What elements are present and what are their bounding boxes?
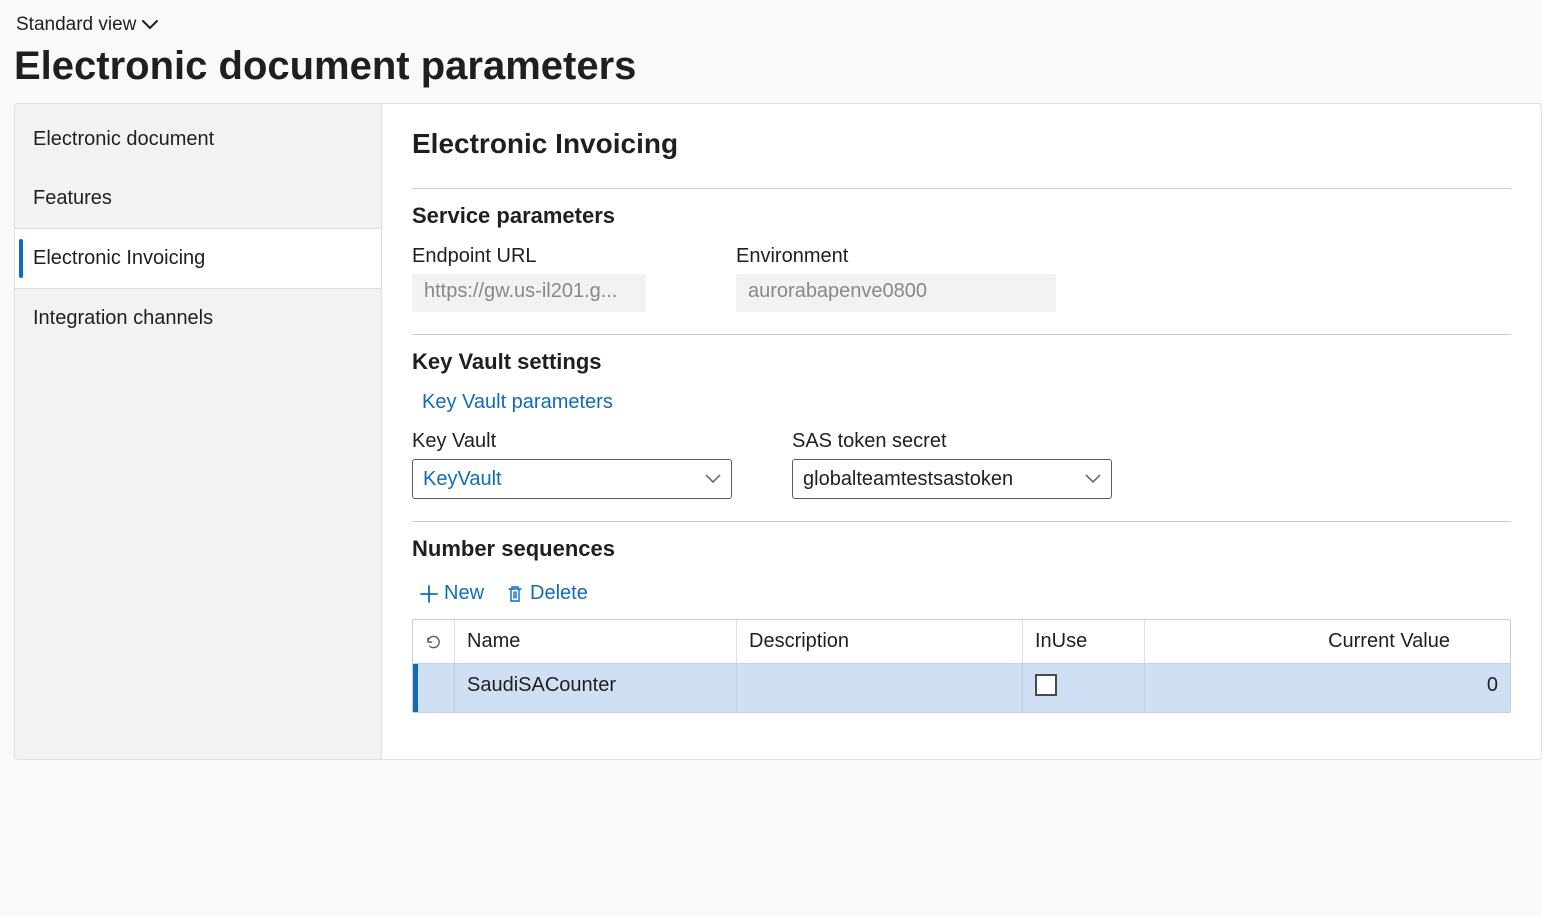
new-button-label: New bbox=[444, 582, 484, 605]
sidebar: Electronic document Features Electronic … bbox=[14, 103, 382, 760]
sas-token-select[interactable]: globalteamtestsastoken bbox=[792, 459, 1112, 499]
delete-button-label: Delete bbox=[530, 582, 588, 605]
endpoint-url-label: Endpoint URL bbox=[412, 245, 646, 268]
key-vault-value: KeyVault bbox=[423, 468, 502, 491]
number-sequences-grid: Name Description InUse Current Value Sau… bbox=[412, 619, 1511, 713]
sidebar-item-label: Electronic Invoicing bbox=[33, 247, 205, 269]
key-vault-label: Key Vault bbox=[412, 430, 732, 453]
plus-icon bbox=[420, 585, 438, 603]
row-name-cell[interactable]: SaudiSACounter bbox=[455, 664, 737, 712]
grid-header: Name Description InUse Current Value bbox=[413, 620, 1510, 664]
sas-token-value: globalteamtestsastoken bbox=[803, 468, 1013, 491]
sidebar-item-electronic-document[interactable]: Electronic document bbox=[15, 110, 381, 169]
environment-label: Environment bbox=[736, 245, 1056, 268]
endpoint-url-field: https://gw.us-il201.g... bbox=[412, 274, 646, 312]
sidebar-item-integration-channels[interactable]: Integration channels bbox=[15, 289, 381, 348]
sidebar-item-electronic-invoicing[interactable]: Electronic Invoicing bbox=[15, 228, 381, 289]
current-value-column-header[interactable]: Current Value bbox=[1145, 620, 1510, 663]
table-row[interactable]: SaudiSACounter 0 bbox=[413, 664, 1510, 713]
content-panel: Electronic Invoicing Service parameters … bbox=[382, 103, 1542, 760]
key-vault-parameters-link[interactable]: Key Vault parameters bbox=[422, 391, 613, 414]
content-title: Electronic Invoicing bbox=[412, 128, 1511, 160]
inuse-column-header[interactable]: InUse bbox=[1023, 620, 1145, 663]
key-vault-select[interactable]: KeyVault bbox=[412, 459, 732, 499]
section-heading-service-parameters: Service parameters bbox=[412, 203, 1511, 229]
chevron-down-icon bbox=[142, 20, 158, 30]
sidebar-item-label: Integration channels bbox=[33, 307, 213, 329]
delete-button[interactable]: Delete bbox=[504, 578, 590, 609]
chevron-down-icon bbox=[705, 474, 721, 484]
inuse-checkbox[interactable] bbox=[1035, 674, 1057, 696]
section-heading-key-vault: Key Vault settings bbox=[412, 349, 1511, 375]
page-title: Electronic document parameters bbox=[14, 44, 1528, 89]
trash-icon bbox=[506, 585, 524, 603]
section-heading-number-sequences: Number sequences bbox=[412, 536, 1511, 562]
sidebar-item-label: Electronic document bbox=[33, 128, 214, 150]
row-current-value-cell[interactable]: 0 bbox=[1145, 664, 1510, 712]
refresh-column-header[interactable] bbox=[413, 620, 455, 663]
refresh-icon bbox=[425, 633, 442, 651]
environment-field: aurorabapenve0800 bbox=[736, 274, 1056, 312]
sidebar-item-features[interactable]: Features bbox=[15, 169, 381, 228]
chevron-down-icon bbox=[1085, 474, 1101, 484]
view-switcher[interactable]: Standard view bbox=[14, 10, 160, 40]
new-button[interactable]: New bbox=[418, 578, 486, 609]
row-description-cell[interactable] bbox=[737, 664, 1023, 712]
description-column-header[interactable]: Description bbox=[737, 620, 1023, 663]
view-label: Standard view bbox=[16, 14, 136, 36]
name-column-header[interactable]: Name bbox=[455, 620, 737, 663]
sas-token-label: SAS token secret bbox=[792, 430, 1112, 453]
row-inuse-cell[interactable] bbox=[1023, 664, 1145, 712]
sidebar-item-label: Features bbox=[33, 187, 112, 209]
